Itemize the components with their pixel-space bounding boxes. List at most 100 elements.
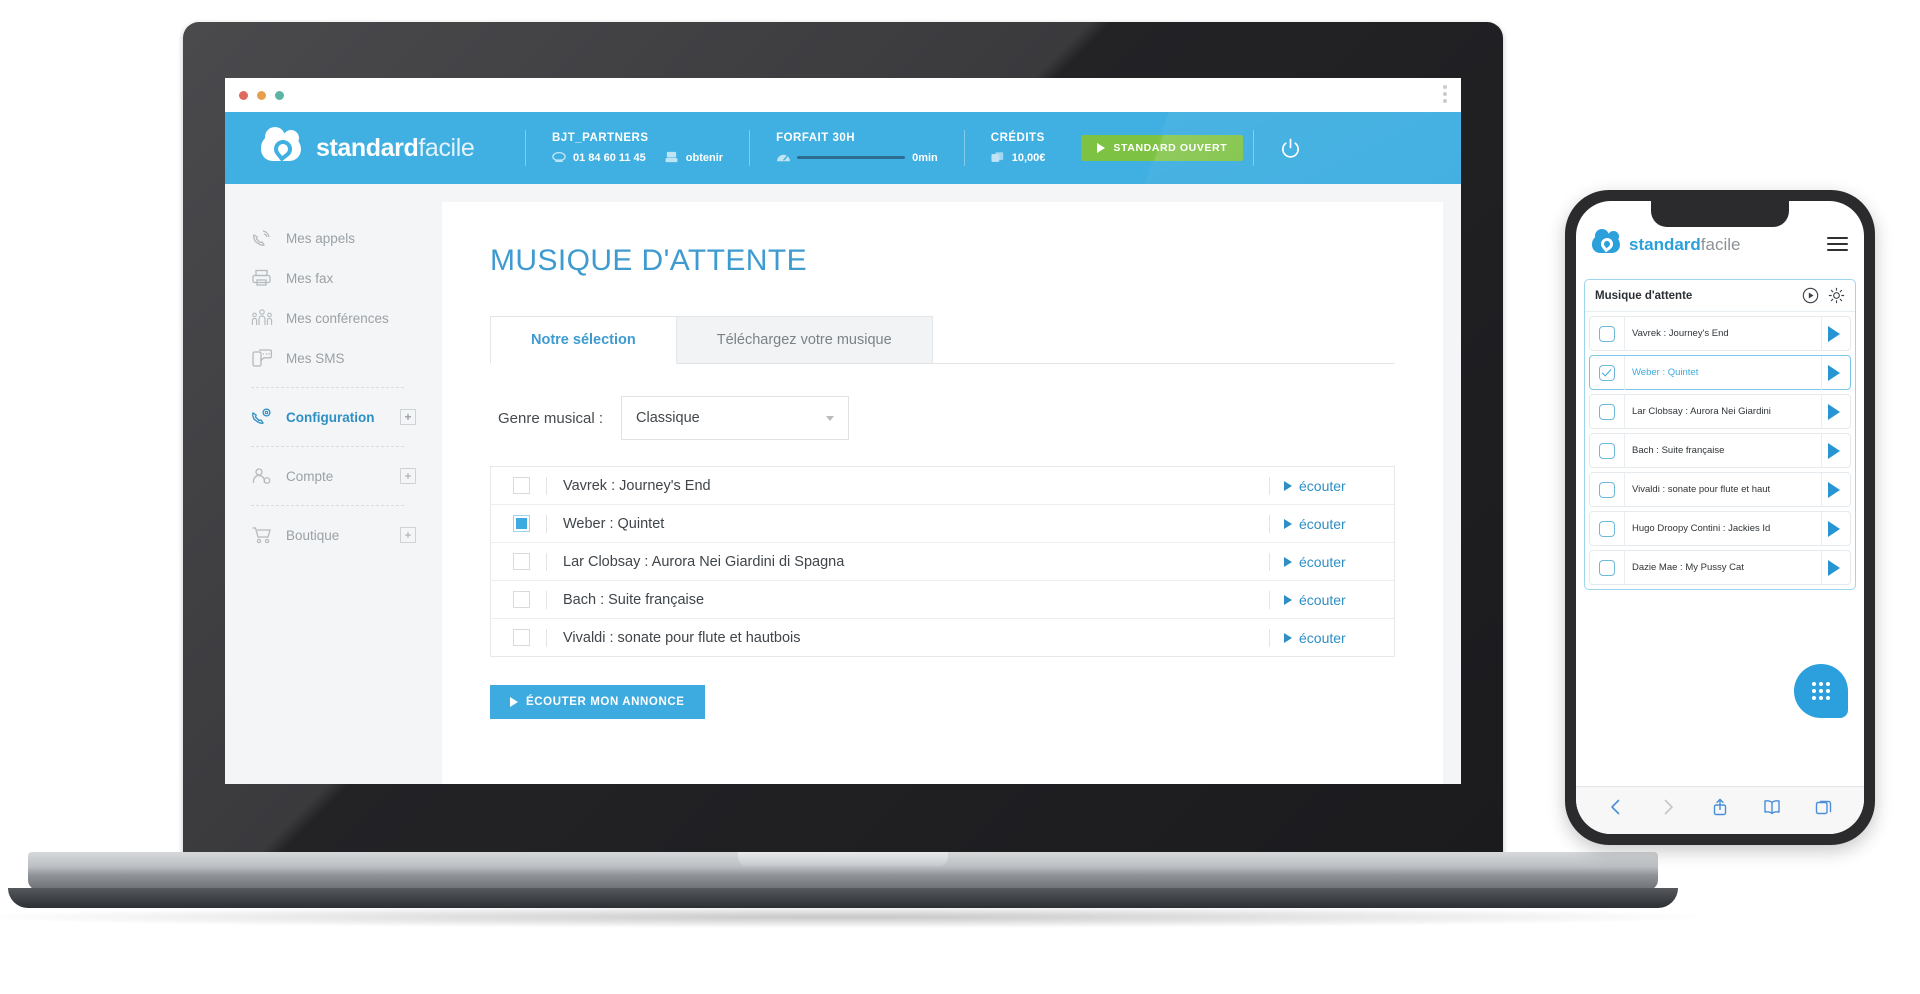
printer-icon xyxy=(251,268,273,288)
play-icon[interactable] xyxy=(1828,403,1840,420)
power-button[interactable] xyxy=(1254,138,1327,159)
sidebar-divider xyxy=(251,505,404,506)
app-body: Mes appels Mes fax Mes conférences Mes S… xyxy=(225,184,1461,784)
play-icon[interactable] xyxy=(1828,325,1840,342)
expand-configuration-button[interactable]: + xyxy=(400,409,416,425)
play-icon xyxy=(1284,632,1292,643)
track-checkbox[interactable] xyxy=(1599,403,1615,420)
track-checkbox[interactable] xyxy=(1599,442,1615,459)
phone-brand-light: facile xyxy=(1700,234,1741,254)
hamburger-menu-icon[interactable] xyxy=(1827,237,1848,251)
list-item[interactable]: Weber : Quintet xyxy=(1589,355,1851,390)
play-circle-icon[interactable] xyxy=(1802,287,1819,304)
row-divider xyxy=(546,590,547,609)
track-name: Weber : Quintet xyxy=(563,515,665,532)
share-icon[interactable] xyxy=(1710,797,1730,817)
minimize-window-dot[interactable] xyxy=(257,90,266,100)
sidebar-item-compte[interactable]: Compte + xyxy=(225,456,430,496)
list-item[interactable]: Vavrek : Journey's End xyxy=(1589,316,1851,351)
list-item[interactable]: Hugo Droopy Contini : Jackies Id xyxy=(1589,511,1851,546)
phone-brand-bold: standard xyxy=(1629,234,1701,254)
track-checkbox[interactable] xyxy=(513,591,530,608)
track-checkbox[interactable] xyxy=(1599,520,1615,537)
table-row[interactable]: Weber : Quintet écouter xyxy=(491,504,1394,542)
sidebar-item-mes-conferences[interactable]: Mes conférences xyxy=(225,298,430,338)
account-phone: 01 84 60 11 45 xyxy=(573,151,646,164)
track-checkbox[interactable] xyxy=(1599,559,1615,576)
sidebar-item-mes-sms[interactable]: Mes SMS xyxy=(225,338,430,378)
sidebar-item-mes-fax[interactable]: Mes fax xyxy=(225,258,430,298)
play-icon[interactable] xyxy=(1828,364,1840,381)
sidebar-item-mes-appels[interactable]: Mes appels xyxy=(225,218,430,258)
coins-icon xyxy=(991,151,1005,164)
table-row[interactable]: Lar Clobsay : Aurora Nei Giardini di Spa… xyxy=(491,542,1394,580)
track-checkbox[interactable] xyxy=(1599,364,1615,381)
phone-brand-logo-group[interactable]: standardfacile xyxy=(1592,229,1827,256)
tab-telechargez-votre-musique[interactable]: Téléchargez votre musique xyxy=(675,316,933,364)
brand-logo-group[interactable]: standardfacile xyxy=(225,127,525,165)
track-checkbox[interactable] xyxy=(513,477,530,494)
window-controls[interactable] xyxy=(239,90,284,100)
sidebar-item-label: Mes fax xyxy=(286,270,334,286)
bookmarks-icon[interactable] xyxy=(1762,797,1782,817)
list-item[interactable]: Dazie Mae : My Pussy Cat xyxy=(1589,550,1851,585)
genre-filter-row: Genre musical : Classique xyxy=(490,396,1395,440)
row-divider xyxy=(1269,628,1270,647)
sidebar-item-label: Mes conférences xyxy=(286,310,389,326)
track-checkbox[interactable] xyxy=(1599,325,1615,342)
track-name: Vivaldi : sonate pour flute et hautbois xyxy=(563,629,801,646)
track-checkbox[interactable] xyxy=(513,515,530,532)
play-icon[interactable] xyxy=(1828,481,1840,498)
phone-icon xyxy=(552,151,566,164)
obtain-link[interactable]: obtenir xyxy=(686,152,723,164)
table-row[interactable]: Vivaldi : sonate pour flute et hautbois … xyxy=(491,618,1394,656)
row-divider xyxy=(1821,550,1822,585)
play-icon[interactable] xyxy=(1828,559,1840,576)
list-item[interactable]: Bach : Suite française xyxy=(1589,433,1851,468)
listen-button[interactable]: écouter xyxy=(1284,516,1394,532)
row-divider xyxy=(1269,590,1270,609)
listen-label: écouter xyxy=(1299,477,1346,494)
list-item[interactable]: Vivaldi : sonate pour flute et haut xyxy=(1589,472,1851,507)
laptop-shadow xyxy=(0,906,1703,928)
expand-boutique-button[interactable]: + xyxy=(400,527,416,543)
track-name: Bach : Suite française xyxy=(563,591,705,608)
table-row[interactable]: Vavrek : Journey's End écouter xyxy=(491,466,1394,504)
credits-block: CRÉDITS 10,00€ xyxy=(965,132,1072,164)
listen-button[interactable]: écouter xyxy=(1284,592,1394,608)
table-row[interactable]: Bach : Suite française écouter xyxy=(491,580,1394,618)
listen-button[interactable]: écouter xyxy=(1284,630,1394,646)
phone-waves-icon xyxy=(251,228,273,248)
expand-compte-button[interactable]: + xyxy=(400,468,416,484)
listen-my-announcement-button[interactable]: ÉCOUTER MON ANNONCE xyxy=(490,685,705,719)
gear-icon[interactable] xyxy=(1828,287,1845,304)
sidebar-item-boutique[interactable]: Boutique + xyxy=(225,515,430,555)
listen-button[interactable]: écouter xyxy=(1284,554,1394,570)
close-window-dot[interactable] xyxy=(239,90,248,100)
plan-block: FORFAIT 30H 0min xyxy=(750,132,964,164)
row-divider xyxy=(1821,394,1822,429)
phone-panel-header: Musique d'attente xyxy=(1585,280,1855,312)
play-icon[interactable] xyxy=(1828,442,1840,459)
dialpad-icon[interactable] xyxy=(1794,664,1848,718)
row-divider xyxy=(1821,355,1822,390)
sidebar: Mes appels Mes fax Mes conférences Mes S… xyxy=(225,184,430,784)
track-checkbox[interactable] xyxy=(513,629,530,646)
sidebar-item-configuration[interactable]: Configuration + xyxy=(225,397,430,437)
play-icon[interactable] xyxy=(1828,520,1840,537)
tabs-icon[interactable] xyxy=(1814,797,1834,817)
listen-button[interactable]: écouter xyxy=(1284,478,1394,494)
app-header: standardfacile BJT_PARTNERS 01 84 60 11 … xyxy=(225,112,1461,184)
standard-status-button[interactable]: STANDARD OUVERT xyxy=(1081,135,1244,161)
phone-notch xyxy=(1651,201,1789,227)
shopping-cart-icon xyxy=(251,525,273,545)
maximize-window-dot[interactable] xyxy=(275,90,284,100)
kebab-menu-icon[interactable] xyxy=(1443,85,1447,103)
tab-notre-selection[interactable]: Notre sélection xyxy=(490,316,677,364)
list-item[interactable]: Lar Clobsay : Aurora Nei Giardini xyxy=(1589,394,1851,429)
genre-select[interactable]: Classique xyxy=(621,396,850,440)
track-checkbox[interactable] xyxy=(1599,481,1615,498)
safari-bottom-bar xyxy=(1576,786,1864,834)
track-checkbox[interactable] xyxy=(513,553,530,570)
back-icon[interactable] xyxy=(1606,797,1626,817)
